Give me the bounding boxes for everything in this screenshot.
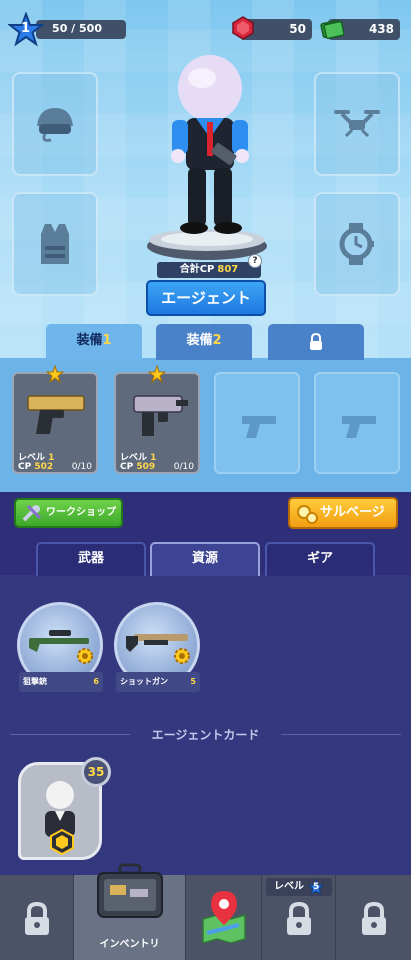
tab-loadout-locked[interactable] — [268, 324, 364, 360]
weapon-cp-label: CP — [120, 462, 134, 472]
empty-weapon-slot[interactable] — [214, 372, 300, 474]
nav-inventory-label: インベントリ — [99, 939, 160, 950]
tab-loadout-1[interactable]: 装備1 — [46, 324, 142, 360]
helmet-slot[interactable] — [12, 72, 98, 176]
tab-loadout-1-label: 装備 — [76, 333, 103, 348]
wrench-icon — [22, 504, 42, 522]
tab-gear[interactable]: ギア — [265, 542, 375, 576]
tab-loadout-2-label: 装備 — [186, 333, 213, 348]
drone-slot[interactable] — [314, 72, 400, 176]
resource-sniper[interactable]: 狙撃銃 6 — [17, 602, 105, 694]
vest-icon — [41, 224, 69, 264]
pistol-icon — [242, 416, 276, 438]
nav-level-label: レベル — [274, 881, 304, 892]
xp-text: 50 / 500 — [52, 22, 102, 35]
weapon-count: 0/10 — [71, 462, 92, 472]
agent-card-count: 35 — [81, 757, 111, 787]
pistol-icon — [342, 416, 376, 438]
vest-slot[interactable] — [12, 192, 98, 296]
star-icon — [148, 365, 166, 383]
weapon-cp-value: 502 — [34, 462, 54, 472]
help-button[interactable]: ? — [248, 254, 262, 268]
nav-level-requirement: レベル 5 — [266, 878, 332, 896]
resource-shotgun[interactable]: ショットガン 5 — [114, 602, 202, 694]
resource-name: ショットガン — [120, 677, 168, 686]
drone-icon — [334, 110, 380, 138]
cash-stack-icon — [320, 19, 344, 40]
tab-weapons[interactable]: 武器 — [36, 542, 146, 576]
lock-icon — [24, 901, 49, 935]
player-level: 1 — [21, 21, 31, 36]
nav-inventory[interactable]: インベントリ — [74, 863, 186, 960]
map-icon — [202, 891, 246, 943]
xp-bar: 50 / 500 — [36, 20, 126, 39]
smg-icon — [133, 395, 188, 436]
watch-slot[interactable] — [314, 192, 400, 296]
briefcase-icon — [97, 863, 163, 918]
weapon-cp-value: 509 — [136, 462, 156, 472]
total-cp: 合計CP 807 — [157, 262, 261, 278]
gear-icon — [77, 648, 93, 664]
weapon-count: 0/10 — [173, 462, 194, 472]
resource-label: 狙撃銃 6 — [19, 672, 103, 692]
agent-card[interactable]: 35 — [18, 757, 111, 860]
gem-count: 50 — [289, 22, 306, 36]
lock-icon — [361, 901, 386, 935]
agent-character — [171, 55, 249, 234]
empty-weapon-slot[interactable] — [314, 372, 400, 474]
weapon-card-pistol[interactable]: レベル 1 CP 502 0/10 — [12, 365, 98, 474]
watch-icon — [339, 223, 374, 265]
weapon-cp: CP 509 — [120, 462, 155, 472]
salvage-label: サルベージ — [320, 505, 385, 520]
red-gem-icon — [232, 16, 254, 40]
hex-badge-icon — [50, 829, 74, 855]
nav-locked-3[interactable] — [336, 875, 411, 960]
workshop-button[interactable]: ワークショップ — [14, 498, 123, 528]
resource-qty: 5 — [190, 677, 196, 686]
star-icon — [46, 365, 64, 383]
gear-icon — [174, 648, 190, 664]
lock-icon — [286, 901, 311, 935]
tab-loadout-2-num: 2 — [212, 333, 222, 348]
tab-loadout-1-num: 1 — [102, 333, 112, 348]
weapon-card-smg[interactable]: レベル 1 CP 509 0/10 — [114, 365, 200, 474]
resource-label: ショットガン 5 — [116, 672, 200, 692]
lock-icon — [310, 332, 322, 350]
bottom-nav: インベントリ — [0, 863, 411, 960]
agent-cards-title: エージェントカード — [0, 726, 411, 743]
tab-loadout-2[interactable]: 装備2 — [156, 324, 252, 360]
pistol-icon — [27, 395, 85, 434]
resource-qty: 6 — [93, 677, 99, 686]
total-cp-value: 807 — [217, 264, 239, 275]
gears-icon — [297, 505, 318, 524]
weapon-cp: CP 502 — [18, 462, 53, 472]
nav-locked-1[interactable] — [0, 875, 74, 960]
total-cp-label: 合計CP — [179, 264, 215, 275]
resource-name: 狙撃銃 — [23, 677, 47, 686]
nav-level-value: 5 — [313, 882, 320, 892]
salvage-button[interactable]: サルベージ — [288, 497, 398, 529]
tab-resources[interactable]: 資源 — [150, 542, 260, 576]
cash-count: 438 — [368, 22, 394, 36]
workshop-label: ワークショップ — [46, 507, 116, 518]
agent-button[interactable]: エージェント — [146, 280, 266, 316]
helmet-icon — [37, 108, 73, 142]
weapon-cp-label: CP — [18, 462, 32, 472]
nav-map[interactable] — [186, 875, 262, 960]
